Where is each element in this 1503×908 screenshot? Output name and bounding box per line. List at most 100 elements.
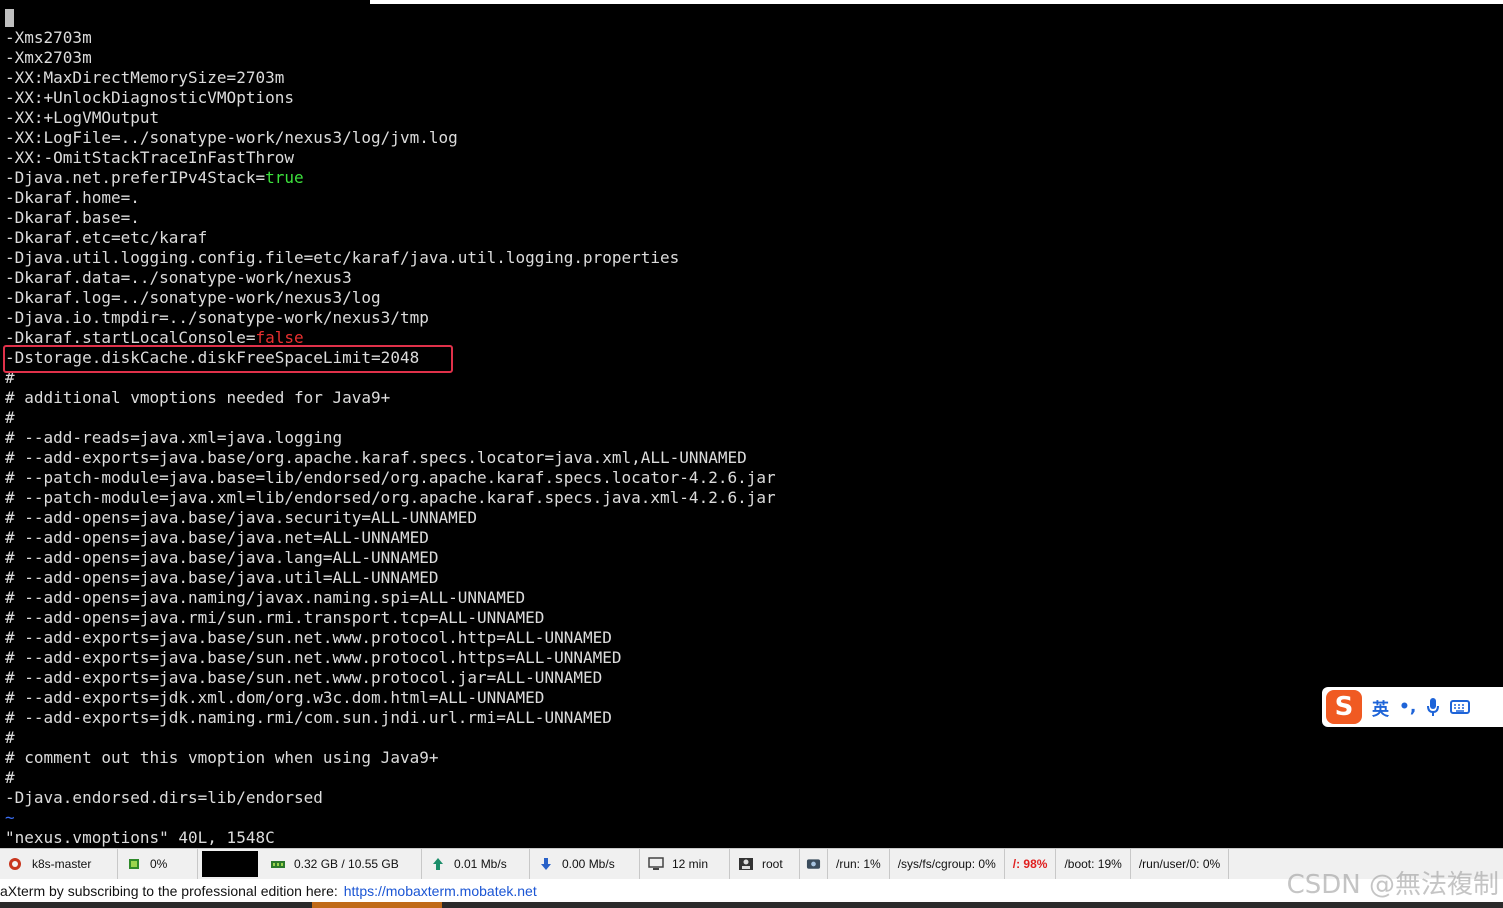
terminal-line: "nexus.vmoptions" 40L, 1548C [5, 828, 776, 848]
memory-icon [271, 861, 285, 868]
disk-run-user[interactable]: /run/user/0: 0% [1131, 849, 1230, 879]
terminal-line: -Xms2703m [5, 28, 776, 48]
terminal-line-text: -Dkaraf.etc=etc/karaf [5, 228, 208, 247]
terminal-line: -XX:+LogVMOutput [5, 108, 776, 128]
terminal-line-text: # --patch-module=java.base=lib/endorsed/… [5, 468, 776, 487]
terminal-line-text: # [5, 728, 15, 747]
terminal-line: # comment out this vmoption when using J… [5, 748, 776, 768]
memory-value: 0.32 GB / 10.55 GB [294, 857, 399, 871]
disk-label: /boot: 19% [1064, 857, 1122, 871]
terminal-line-text: -Dkaraf.data=../sonatype-work/nexus3 [5, 268, 352, 287]
terminal-line: # --add-opens=java.base/java.net=ALL-UNN… [5, 528, 776, 548]
terminal-line-text: -Djava.net.preferIPv4Stack= [5, 168, 266, 187]
terminal-line: -Djava.util.logging.config.file=etc/kara… [5, 248, 776, 268]
status-disk-icon[interactable] [800, 849, 828, 879]
status-uptime[interactable]: 12 min [640, 849, 730, 879]
disk-boot[interactable]: /boot: 19% [1056, 849, 1131, 879]
ime-punctuation-toggle[interactable]: •, [1399, 697, 1416, 717]
promo-bar: aXterm by subscribing to the professiona… [0, 879, 1503, 902]
terminal-pane[interactable]: -Xms2703m -Xmx2703m -XX:MaxDirectMemorySiz… [0, 4, 1503, 848]
terminal-line: -Djava.endorsed.dirs=lib/endorsed [5, 788, 776, 808]
terminal-line-text: # --add-opens=java.base/java.lang=ALL-UN… [5, 548, 439, 567]
terminal-line: -XX:-OmitStackTraceInFastThrow [5, 148, 776, 168]
host-label: k8s-master [32, 857, 92, 871]
terminal-line-text: ~ [5, 808, 15, 827]
terminal-line: # --add-exports=java.base/sun.net.www.pr… [5, 668, 776, 688]
terminal-line-text: # [5, 408, 15, 427]
microphone-icon[interactable] [1426, 697, 1440, 717]
terminal-line: # --add-exports=jdk.xml.dom/org.w3c.dom.… [5, 688, 776, 708]
terminal-line: -Dkaraf.log=../sonatype-work/nexus3/log [5, 288, 776, 308]
host-icon [9, 858, 21, 870]
terminal-line-text: # --add-exports=jdk.naming.rmi/com.sun.j… [5, 708, 612, 727]
promo-link[interactable]: https://mobaxterm.mobatek.net [344, 883, 537, 899]
status-memory[interactable]: 0.32 GB / 10.55 GB [262, 849, 422, 879]
uptime-value: 12 min [672, 857, 709, 871]
ime-toolbar[interactable]: S 英 •, [1322, 687, 1503, 727]
terminal-line-text: # additional vmoptions needed for Java9+ [5, 388, 391, 407]
status-user[interactable]: root [730, 849, 800, 879]
terminal-line: # [5, 768, 776, 788]
terminal-line: # --add-opens=java.base/java.util=ALL-UN… [5, 568, 776, 588]
disk-label-alert: /: 98% [1012, 857, 1048, 871]
terminal-line-text: # --add-exports=java.base/org.apache.kar… [5, 448, 747, 467]
cpu-value: 0% [150, 857, 168, 871]
terminal-line-text: "nexus.vmoptions" 40L, 1548C [5, 828, 275, 847]
terminal-line-text: # --add-exports=java.base/sun.net.www.pr… [5, 628, 612, 647]
disk-run[interactable]: /run: 1% [828, 849, 890, 879]
status-download[interactable]: 0.00 Mb/s [530, 849, 640, 879]
terminal-line: -XX:MaxDirectMemorySize=2703m [5, 68, 776, 88]
terminal-line-value: true [265, 168, 304, 187]
terminal-line: # --add-reads=java.xml=java.logging [5, 428, 776, 448]
terminal-line-text: # --add-reads=java.xml=java.logging [5, 428, 343, 447]
highlight-annotation-box [3, 345, 453, 373]
download-value: 0.00 Mb/s [562, 857, 615, 871]
terminal-line: # --add-exports=jdk.naming.rmi/com.sun.j… [5, 708, 776, 728]
terminal-line: # --patch-module=java.base=lib/endorsed/… [5, 468, 776, 488]
terminal-line-text: -XX:MaxDirectMemorySize=2703m [5, 68, 285, 87]
terminal-line: # --add-exports=java.base/org.apache.kar… [5, 448, 776, 468]
terminal-cursor [5, 9, 14, 27]
terminal-line: # additional vmoptions needed for Java9+ [5, 388, 776, 408]
cpu-graph [202, 851, 258, 877]
user-value: root [762, 857, 783, 871]
status-host[interactable]: k8s-master [0, 849, 118, 879]
disk-label: /run: 1% [836, 857, 881, 871]
disk-icon [806, 859, 821, 869]
watermark: CSDN @無法複制 [1286, 870, 1499, 900]
terminal-line: # --add-opens=java.base/java.security=AL… [5, 508, 776, 528]
promo-text: aXterm by subscribing to the professiona… [0, 882, 338, 899]
terminal-output: -Xms2703m -Xmx2703m -XX:MaxDirectMemorySiz… [5, 28, 776, 848]
terminal-line-text: -Dkaraf.log=../sonatype-work/nexus3/log [5, 288, 381, 307]
terminal-line-text: # --add-exports=jdk.xml.dom/org.w3c.dom.… [5, 688, 545, 707]
terminal-line: # --add-opens=java.base/java.lang=ALL-UN… [5, 548, 776, 568]
terminal-line-text: # [5, 768, 15, 787]
terminal-line: -Dkaraf.base=. [5, 208, 776, 228]
terminal-line-text: -Xmx2703m [5, 48, 92, 67]
terminal-line: # --add-opens=java.naming/javax.naming.s… [5, 588, 776, 608]
keyboard-icon[interactable] [1450, 699, 1471, 715]
user-icon [739, 858, 753, 870]
terminal-line-text: -XX:+LogVMOutput [5, 108, 160, 127]
terminal-line-text: -Djava.io.tmpdir=../sonatype-work/nexus3… [5, 308, 429, 327]
disk-root[interactable]: /: 98% [1005, 849, 1057, 879]
status-cpu[interactable]: 0% [118, 849, 198, 879]
status-bar: k8s-master 0% 0.32 GB / 10.55 GB 0.01 Mb… [0, 848, 1503, 879]
terminal-line: -Dkaraf.home=. [5, 188, 776, 208]
terminal-line-text: -XX:+UnlockDiagnosticVMOptions [5, 88, 294, 107]
sogou-logo-icon[interactable]: S [1326, 690, 1362, 724]
disk-cgroup[interactable]: /sys/fs/cgroup: 0% [890, 849, 1005, 879]
terminal-line-text: # --add-opens=java.naming/javax.naming.s… [5, 588, 526, 607]
terminal-line-text: -XX:-OmitStackTraceInFastThrow [5, 148, 294, 167]
terminal-line: # --patch-module=java.xml=lib/endorsed/o… [5, 488, 776, 508]
terminal-line: ~ [5, 808, 776, 828]
terminal-line-text: # --add-opens=java.base/java.util=ALL-UN… [5, 568, 439, 587]
upload-arrow-icon [433, 858, 443, 870]
ime-language-toggle[interactable]: 英 [1372, 695, 1389, 720]
status-upload[interactable]: 0.01 Mb/s [422, 849, 530, 879]
terminal-line-text: -Dkaraf.home=. [5, 188, 140, 207]
terminal-line-text: # --add-opens=java.rmi/sun.rmi.transport… [5, 608, 545, 627]
terminal-line: -Djava.net.preferIPv4Stack=true [5, 168, 776, 188]
terminal-line-text: # --patch-module=java.xml=lib/endorsed/o… [5, 488, 776, 507]
disk-label: /run/user/0: 0% [1138, 857, 1221, 871]
